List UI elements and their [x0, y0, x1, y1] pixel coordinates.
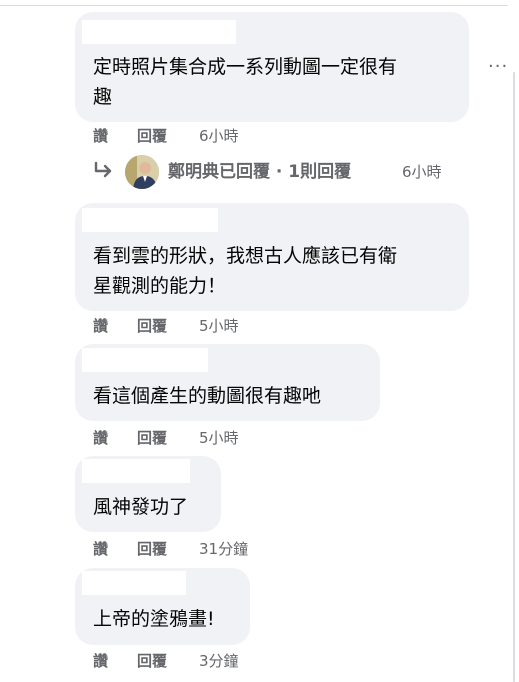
avatar[interactable]: [125, 155, 159, 189]
like-button[interactable]: 讚: [93, 315, 108, 337]
comment-actions: 讚 回覆 6小時: [93, 125, 393, 147]
comment-time[interactable]: 3分鐘: [199, 650, 239, 672]
comment-text-line: 趣: [93, 86, 113, 108]
reply-button[interactable]: 回覆: [137, 538, 167, 560]
top-divider: [0, 5, 508, 6]
reply-summary[interactable]: 鄭明典已回覆 · 1則回覆: [168, 160, 351, 184]
reply-button[interactable]: 回覆: [137, 125, 167, 147]
reply-button[interactable]: 回覆: [137, 315, 167, 337]
comment-text-line: 上帝的塗鴉畫!: [93, 608, 215, 630]
reply-button[interactable]: 回覆: [137, 427, 167, 449]
scrollbar[interactable]: [513, 72, 515, 682]
comment-text-line: 看這個產生的動圖很有趣吔: [93, 385, 322, 407]
comment-actions: 讚 回覆 3分鐘: [93, 650, 393, 672]
commenter-name-redacted: [82, 459, 190, 483]
commenter-name-redacted: [82, 208, 218, 232]
like-button[interactable]: 讚: [93, 427, 108, 449]
comment-text-line: 看到雲的形狀，我想古人應該已有衛: [93, 245, 398, 267]
reply-time: 6小時: [402, 163, 442, 181]
like-button[interactable]: 讚: [93, 538, 108, 560]
commenter-name-redacted: [82, 20, 236, 44]
comment-actions: 讚 回覆 5小時: [93, 315, 393, 337]
comment-time[interactable]: 5小時: [199, 315, 239, 337]
like-button[interactable]: 讚: [93, 650, 108, 672]
comment-text-line: 風神發功了: [93, 496, 189, 518]
comment-time[interactable]: 5小時: [199, 427, 239, 449]
avatar-image: [125, 155, 159, 189]
comment-text-line: 星觀測的能力！: [93, 275, 227, 297]
more-options-button[interactable]: ···: [488, 58, 508, 76]
reply-button[interactable]: 回覆: [137, 650, 167, 672]
commenter-name-redacted: [82, 571, 186, 595]
comment-text-line: 定時照片集合成一系列動圖一定很有: [93, 56, 398, 78]
comment-time[interactable]: 31分鐘: [199, 538, 248, 560]
comment-actions: 讚 回覆 5小時: [93, 427, 393, 449]
comment-actions: 讚 回覆 31分鐘: [93, 538, 393, 560]
reply-arrow-icon: [94, 161, 112, 178]
comment-time[interactable]: 6小時: [199, 125, 239, 147]
view-replies-link[interactable]: 鄭明典已回覆 · 1則回覆 6小時: [92, 155, 492, 189]
commenter-name-redacted: [82, 348, 208, 372]
like-button[interactable]: 讚: [93, 125, 108, 147]
